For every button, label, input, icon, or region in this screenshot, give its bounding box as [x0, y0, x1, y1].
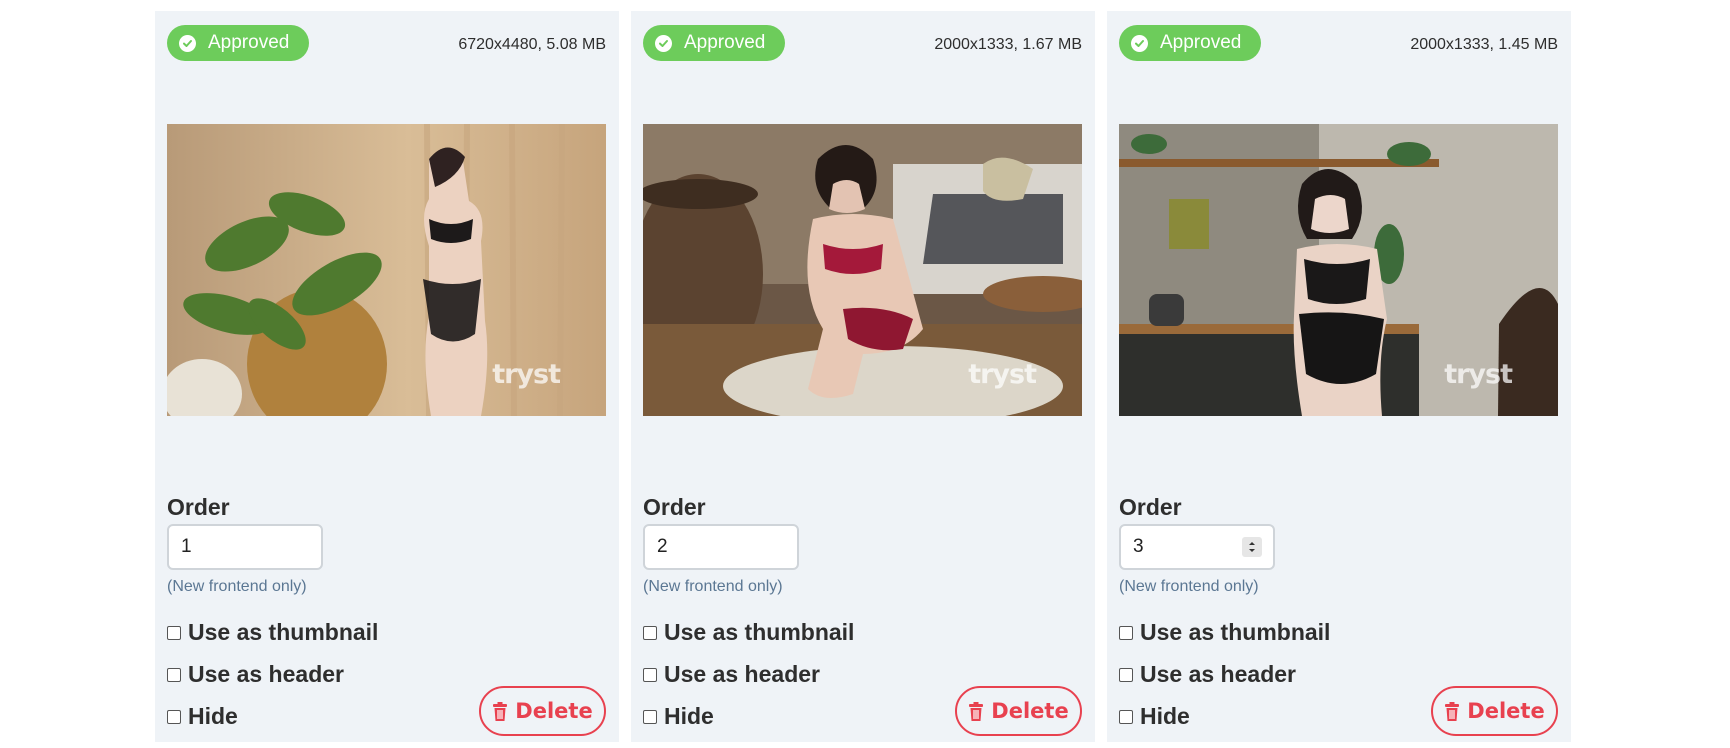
check-icon — [655, 34, 672, 52]
status-label: Approved — [1160, 32, 1242, 53]
use-as-thumbnail-checkbox[interactable]: Use as thumbnail — [643, 619, 854, 646]
use-as-thumbnail-checkbox[interactable]: Use as thumbnail — [1119, 619, 1330, 646]
watermark-logo: tryst — [1444, 359, 1513, 390]
photo-image[interactable]: tryst — [167, 124, 606, 416]
photo-card: Approved 6720x4480, 5.08 MB tryst Order … — [155, 11, 619, 742]
order-hint: (New frontend only) — [167, 578, 307, 595]
photo-image[interactable]: tryst — [643, 124, 1082, 416]
status-badge: Approved — [167, 25, 310, 61]
status-badge: Approved — [643, 25, 786, 61]
photo-grid: Approved 6720x4480, 5.08 MB tryst Order … — [155, 11, 1571, 742]
delete-button[interactable]: Delete — [955, 686, 1082, 736]
checkbox-box[interactable] — [643, 667, 657, 682]
use-as-header-checkbox[interactable]: Use as header — [643, 661, 820, 688]
checkbox-label: Hide — [188, 703, 238, 729]
use-as-header-checkbox[interactable]: Use as header — [1119, 661, 1296, 688]
status-label: Approved — [208, 32, 290, 53]
trash-icon — [968, 701, 984, 721]
checkbox-box[interactable] — [1119, 625, 1133, 640]
photo-card: Approved 2000x1333, 1.45 MB tryst Order … — [1107, 11, 1571, 742]
order-input[interactable] — [167, 524, 323, 570]
trash-icon — [492, 701, 508, 721]
hide-checkbox[interactable]: Hide — [643, 703, 714, 730]
order-label: Order — [643, 494, 706, 520]
status-badge: Approved — [1119, 25, 1262, 61]
delete-label: Delete — [515, 699, 593, 723]
checkbox-box[interactable] — [1119, 667, 1133, 682]
delete-label: Delete — [991, 699, 1069, 723]
order-hint: (New frontend only) — [643, 578, 783, 595]
checkbox-box[interactable] — [167, 709, 181, 724]
use-as-header-checkbox[interactable]: Use as header — [167, 661, 344, 688]
hide-checkbox[interactable]: Hide — [1119, 703, 1190, 730]
checkbox-label: Hide — [1140, 703, 1190, 729]
checkbox-box[interactable] — [643, 625, 657, 640]
checkbox-label: Use as header — [1140, 661, 1296, 687]
delete-button[interactable]: Delete — [479, 686, 606, 736]
checkbox-label: Use as thumbnail — [188, 619, 379, 645]
checkbox-label: Use as header — [664, 661, 820, 687]
checkbox-box[interactable] — [167, 625, 181, 640]
image-dimensions: 2000x1333, 1.67 MB — [934, 36, 1082, 53]
use-as-thumbnail-checkbox[interactable]: Use as thumbnail — [167, 619, 378, 646]
checkbox-label: Use as header — [188, 661, 344, 687]
hide-checkbox[interactable]: Hide — [167, 703, 238, 730]
checkbox-label: Use as thumbnail — [664, 619, 855, 645]
checkbox-box[interactable] — [643, 709, 657, 724]
check-icon — [179, 34, 196, 52]
order-hint: (New frontend only) — [1119, 578, 1259, 595]
photo-image[interactable]: tryst — [1119, 124, 1558, 416]
check-icon — [1131, 34, 1148, 52]
order-input[interactable] — [643, 524, 799, 570]
checkbox-label: Hide — [664, 703, 714, 729]
checkbox-box[interactable] — [167, 667, 181, 682]
trash-icon — [1444, 701, 1460, 721]
watermark-logo: tryst — [968, 359, 1037, 390]
order-label: Order — [167, 494, 230, 520]
image-dimensions: 6720x4480, 5.08 MB — [458, 36, 606, 53]
stepper-arrows-icon[interactable] — [1242, 537, 1262, 557]
order-label: Order — [1119, 494, 1182, 520]
status-label: Approved — [684, 32, 766, 53]
delete-label: Delete — [1467, 699, 1545, 723]
checkbox-box[interactable] — [1119, 709, 1133, 724]
checkbox-label: Use as thumbnail — [1140, 619, 1331, 645]
photo-card: Approved 2000x1333, 1.67 MB tryst Order … — [631, 11, 1095, 742]
watermark-logo: tryst — [492, 359, 561, 390]
image-dimensions: 2000x1333, 1.45 MB — [1410, 36, 1558, 53]
delete-button[interactable]: Delete — [1431, 686, 1558, 736]
